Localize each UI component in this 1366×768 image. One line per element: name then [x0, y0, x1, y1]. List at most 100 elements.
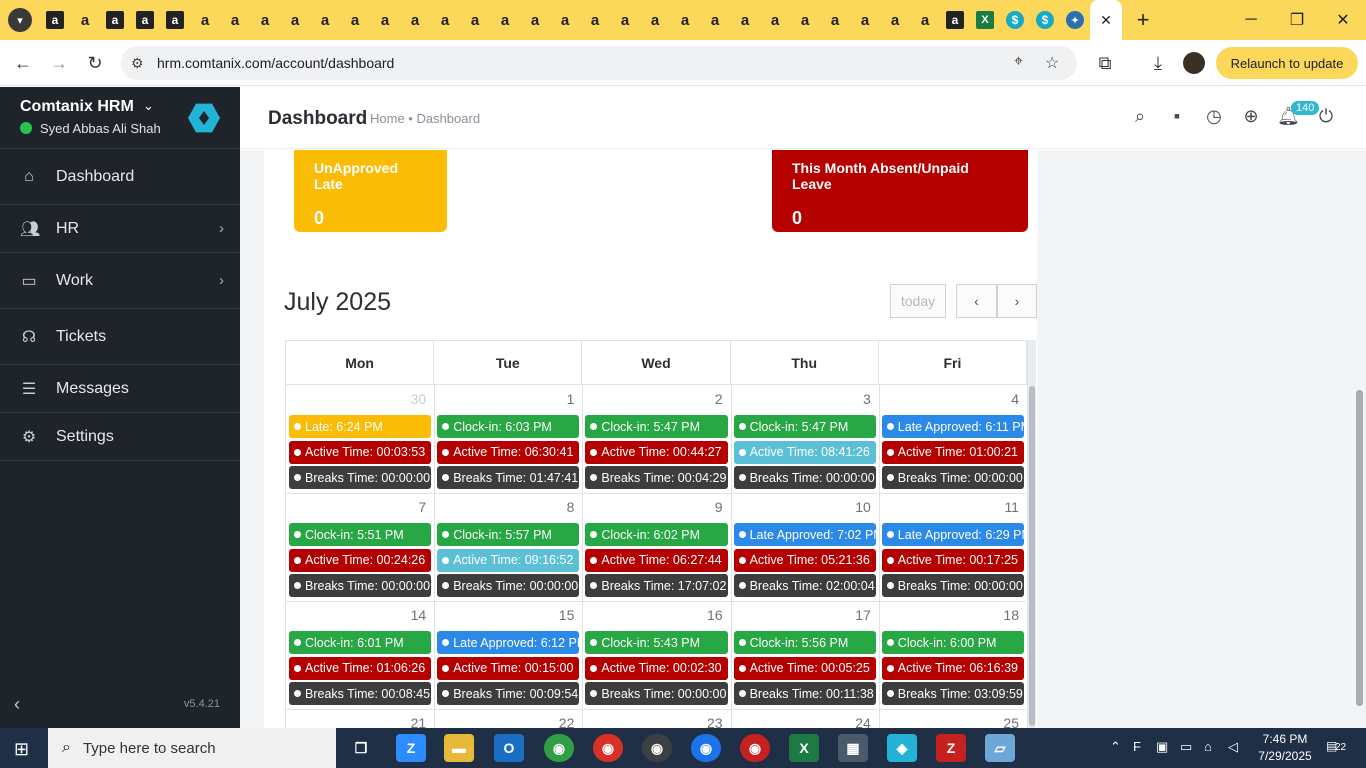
- close-window-button[interactable]: ✕: [1320, 0, 1366, 40]
- location-icon[interactable]: ⌖: [1014, 53, 1023, 71]
- browser-tab[interactable]: a: [250, 0, 280, 40]
- calendar-event[interactable]: Breaks Time: 00:00:00: [289, 574, 432, 597]
- breadcrumb[interactable]: Home • Dashboard: [370, 111, 480, 126]
- day-number[interactable]: 24: [731, 715, 871, 728]
- browser-tab[interactable]: a: [640, 0, 670, 40]
- relaunch-button[interactable]: Relaunch to update: [1216, 47, 1358, 79]
- calendar-event[interactable]: Active Time: 00:24:26: [289, 548, 432, 572]
- sidebar-item-tickets[interactable]: ☊ Tickets: [0, 309, 240, 365]
- browser-tab[interactable]: a: [820, 0, 850, 40]
- absent-leave-stat[interactable]: This Month Absent/Unpaid Leave 0: [772, 150, 1028, 232]
- task-view-icon[interactable]: ❐: [346, 734, 376, 762]
- browser-tab[interactable]: a: [880, 0, 910, 40]
- browser-tab[interactable]: X: [970, 0, 1000, 40]
- tab-search-button[interactable]: ▾: [8, 8, 32, 32]
- calendar-event[interactable]: Clock-in: 5:43 PM: [585, 631, 728, 654]
- downloads-icon[interactable]: ⤓: [1143, 48, 1173, 78]
- calendar-event[interactable]: Active Time: 01:00:21: [881, 440, 1024, 464]
- browser-tab[interactable]: a: [610, 0, 640, 40]
- browser-tab[interactable]: a: [70, 0, 100, 40]
- day-number[interactable]: 17: [731, 607, 871, 623]
- day-number[interactable]: 10: [731, 499, 871, 515]
- calendar-event[interactable]: Active Time: 00:05:25: [733, 656, 876, 680]
- browser-tab[interactable]: a: [760, 0, 790, 40]
- power-icon[interactable]: ⏻: [1315, 106, 1337, 127]
- browser-tab[interactable]: a: [940, 0, 970, 40]
- calendar-event[interactable]: Clock-in: 5:47 PM: [733, 415, 876, 438]
- search-icon[interactable]: ⌕: [1129, 106, 1151, 127]
- day-number[interactable]: 2: [582, 391, 723, 407]
- calendar-event[interactable]: Active Time: 00:17:25: [881, 548, 1024, 572]
- browser-tab[interactable]: a: [40, 0, 70, 40]
- calendar-event[interactable]: Breaks Time: 00:00:00: [437, 574, 580, 597]
- excel-icon[interactable]: X: [789, 734, 819, 762]
- calendar-event[interactable]: Breaks Time: 00:00:00: [585, 682, 728, 705]
- new-tab-button[interactable]: +: [1128, 5, 1158, 35]
- calendar-event[interactable]: Clock-in: 5:56 PM: [733, 631, 876, 654]
- collapse-sidebar-icon[interactable]: ‹: [14, 694, 20, 715]
- calendar-event[interactable]: Active Time: 05:21:36: [733, 548, 876, 572]
- extensions-icon[interactable]: ⧉: [1090, 48, 1120, 78]
- volume-mute-icon[interactable]: ◁: [1228, 739, 1238, 755]
- browser-tab[interactable]: a: [220, 0, 250, 40]
- day-number[interactable]: 16: [582, 607, 723, 623]
- profile-avatar[interactable]: [1183, 52, 1205, 74]
- calendar-event[interactable]: Clock-in: 6:03 PM: [437, 415, 580, 438]
- forward-button[interactable]: →: [44, 48, 74, 78]
- sidebar-item-messages[interactable]: ☰ Messages: [0, 365, 240, 413]
- day-number[interactable]: 25: [879, 715, 1019, 728]
- browser-tab[interactable]: a: [340, 0, 370, 40]
- browser-tab[interactable]: a: [700, 0, 730, 40]
- calendar-event[interactable]: Active Time: 00:44:27: [585, 440, 728, 464]
- calendar-event[interactable]: Late Approved: 6:12 PM: [437, 631, 580, 654]
- calculator-icon[interactable]: ▦: [838, 734, 868, 762]
- day-number[interactable]: 8: [434, 499, 575, 515]
- browser-tab[interactable]: a: [730, 0, 760, 40]
- zoom-app-icon[interactable]: Z: [396, 734, 426, 762]
- day-number[interactable]: 7: [286, 499, 426, 515]
- browser-tab[interactable]: $: [1030, 0, 1060, 40]
- calendar-event[interactable]: Active Time: 06:27:44: [585, 548, 728, 572]
- chrome-icon[interactable]: ◉: [544, 734, 574, 762]
- chrome-active-icon[interactable]: ◉: [642, 734, 672, 762]
- day-number[interactable]: 11: [879, 499, 1019, 515]
- browser-tab[interactable]: a: [190, 0, 220, 40]
- browser-tab[interactable]: a: [310, 0, 340, 40]
- browser-tab[interactable]: a: [580, 0, 610, 40]
- calendar-event[interactable]: Breaks Time: 03:09:59: [881, 682, 1024, 705]
- chrome-alt-icon[interactable]: ◉: [740, 734, 770, 762]
- calendar-event[interactable]: Breaks Time: 00:08:45: [289, 682, 432, 705]
- browser-tab[interactable]: a: [670, 0, 700, 40]
- sidebar-item-dashboard[interactable]: ⌂ Dashboard: [0, 149, 240, 205]
- outlook-icon[interactable]: O: [494, 734, 524, 762]
- prev-month-button[interactable]: ‹: [956, 284, 997, 318]
- browser-tab[interactable]: a: [460, 0, 490, 40]
- calendar-event[interactable]: Breaks Time: 00:04:29: [585, 466, 728, 489]
- day-number[interactable]: 9: [582, 499, 723, 515]
- maximize-button[interactable]: ❐: [1274, 0, 1320, 40]
- filezilla-icon[interactable]: Z: [936, 734, 966, 762]
- minimize-button[interactable]: ─: [1228, 0, 1274, 40]
- page-scrollbar[interactable]: [1356, 390, 1363, 706]
- address-bar[interactable]: ⚙ hrm.comtanix.com/account/dashboard ⌖ ☆: [121, 46, 1077, 80]
- chrome-profile-icon[interactable]: ◉: [593, 734, 623, 762]
- day-number[interactable]: 23: [582, 715, 723, 728]
- browser-tab[interactable]: a: [100, 0, 130, 40]
- calendar-event[interactable]: Late: 6:24 PM: [289, 415, 432, 438]
- calendar-event[interactable]: Late Approved: 6:11 PM: [881, 415, 1024, 438]
- calendar-event[interactable]: Late Approved: 6:29 PM: [881, 523, 1024, 546]
- bookmark-star-icon[interactable]: ☆: [1045, 53, 1059, 73]
- calendar-event[interactable]: Breaks Time: 00:00:00: [733, 466, 876, 489]
- browser-tab[interactable]: a: [520, 0, 550, 40]
- calendar-event[interactable]: Active Time: 00:03:53: [289, 440, 432, 464]
- site-settings-icon[interactable]: ⚙: [131, 55, 144, 72]
- chrome-work-icon[interactable]: ◉: [691, 734, 721, 762]
- calendar-event[interactable]: Active Time: 01:06:26: [289, 656, 432, 680]
- tray-overflow-icon[interactable]: ⌃: [1110, 739, 1121, 755]
- browser-tab[interactable]: ✦: [1060, 0, 1090, 40]
- day-number[interactable]: 4: [879, 391, 1019, 407]
- notes-app-icon[interactable]: ▱: [985, 734, 1015, 762]
- comtanix-app-icon[interactable]: ◆: [887, 734, 917, 762]
- filezilla-tray-icon[interactable]: F: [1133, 739, 1141, 754]
- day-number[interactable]: 3: [731, 391, 871, 407]
